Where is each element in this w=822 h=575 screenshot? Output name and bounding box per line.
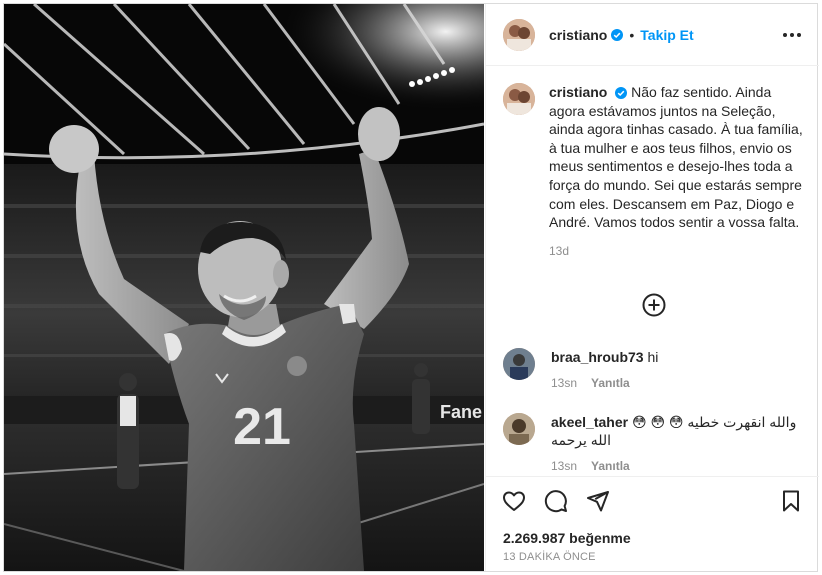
player-celebration-image: Fane 21 (4, 4, 484, 571)
post-photo[interactable]: Fane 21 (4, 4, 484, 571)
posted-time[interactable]: 13 DAKİKA ÖNCE (503, 551, 596, 563)
post-panel: cristiano • Takip Et cristiano Não faz s… (485, 4, 819, 571)
heart-icon[interactable] (502, 489, 526, 513)
caption-avatar[interactable] (503, 83, 535, 115)
comment-text: hi (647, 349, 659, 365)
reply-button[interactable]: Yanıtla (591, 376, 630, 390)
caption-username[interactable]: cristiano (549, 84, 607, 100)
comment-icon[interactable] (544, 489, 568, 513)
post-actions: 2.269.987 beğenme 13 DAKİKA ÖNCE (486, 476, 819, 571)
author-avatar[interactable] (503, 18, 535, 51)
post-caption: cristiano Não faz sentido. Ainda agora e… (503, 83, 803, 258)
commenter-avatar[interactable] (503, 413, 535, 445)
commenter-username[interactable]: akeel_taher (551, 414, 628, 430)
caption-time[interactable]: 13d (549, 244, 807, 258)
bookmark-icon[interactable] (779, 489, 803, 513)
jersey-number: 21 (233, 398, 291, 456)
header-separator: • (629, 26, 635, 43)
commenter-avatar[interactable] (503, 348, 535, 380)
verified-badge-icon (611, 28, 624, 41)
reply-button[interactable]: Yanıtla (591, 459, 630, 473)
caption-text: Não faz sentido. Ainda agora estávamos j… (549, 84, 803, 231)
commenter-username[interactable]: braa_hroub73 (551, 349, 644, 365)
board-sponsor-text: Fane (440, 402, 482, 422)
plus-circle-icon[interactable] (642, 293, 666, 317)
comment-item: akeel_taher والله انقهرت خطيه 😳 😳 😳 الله… (503, 413, 803, 473)
likes-count[interactable]: 2.269.987 beğenme (503, 530, 631, 546)
comment-time[interactable]: 13sn (551, 376, 577, 390)
comment-time[interactable]: 13sn (551, 459, 577, 473)
post-header: cristiano • Takip Et (486, 4, 819, 66)
share-icon[interactable] (586, 489, 610, 513)
post-dialog: Fane 21 cristiano • Takip Et cristiano N… (3, 3, 819, 572)
more-options-icon[interactable] (783, 28, 803, 42)
author-username[interactable]: cristiano (549, 27, 607, 43)
verified-badge-icon (615, 87, 628, 100)
follow-button[interactable]: Takip Et (640, 27, 693, 43)
comment-item: braa_hroub73 hi 13sn Yanıtla (503, 348, 803, 390)
